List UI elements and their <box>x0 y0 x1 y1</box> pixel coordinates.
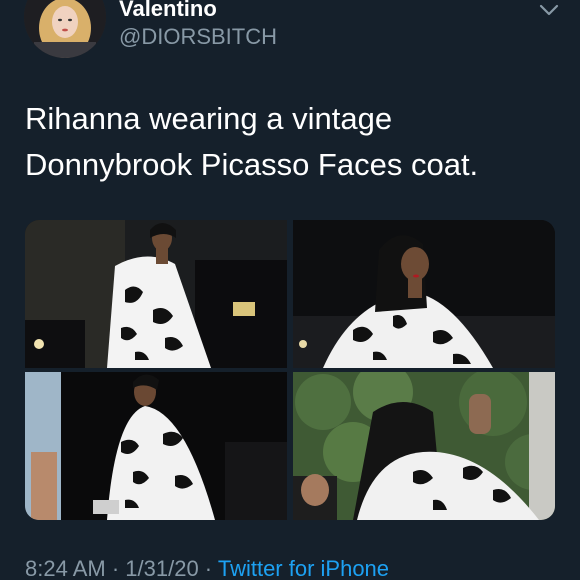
meta-separator: · <box>198 556 218 580</box>
tweet-time[interactable]: 8:24 AM <box>25 556 106 580</box>
tweet-text: Rihanna wearing a vintage Donnybrook Pic… <box>25 96 545 188</box>
user-handle[interactable]: @DIORSBITCH <box>119 24 277 50</box>
media-grid <box>25 220 555 520</box>
photo-2[interactable] <box>293 220 555 368</box>
avatar[interactable] <box>24 0 106 58</box>
tweet-text-line-2: Donnybrook Picasso Faces coat. <box>25 147 479 182</box>
photo-1[interactable] <box>25 220 287 368</box>
chevron-down-icon[interactable] <box>538 2 560 18</box>
display-name[interactable]: Valentino <box>119 0 217 22</box>
tweet-card: Valentino @DIORSBITCH Rihanna wearing a … <box>0 0 580 580</box>
meta-separator: · <box>105 556 126 580</box>
tweet-meta: 8:24 AM · 1/31/20 · Twitter for iPhone <box>25 555 389 580</box>
tweet-text-line-1: Rihanna wearing a vintage <box>25 101 393 136</box>
photo-4[interactable] <box>293 372 555 520</box>
avatar-image <box>24 0 106 58</box>
tweet-source-link[interactable]: Twitter for iPhone <box>218 556 389 580</box>
photo-3[interactable] <box>25 372 287 520</box>
tweet-date[interactable]: 1/31/20 <box>125 556 198 580</box>
